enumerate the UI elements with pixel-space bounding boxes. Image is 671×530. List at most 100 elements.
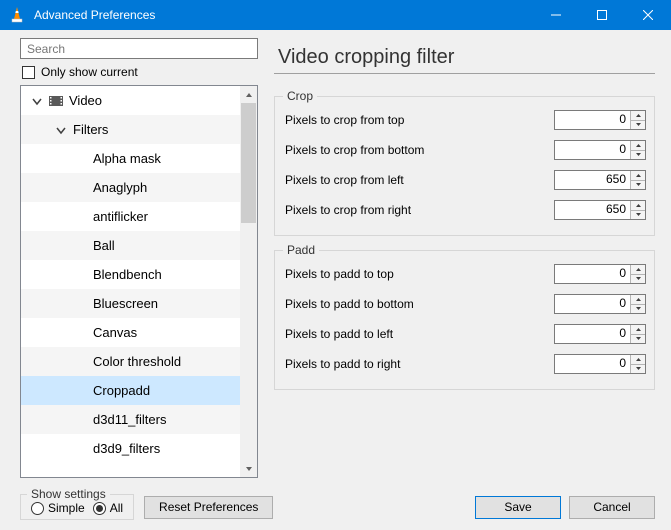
- step-up-button[interactable]: [631, 325, 645, 334]
- scroll-down-button[interactable]: [240, 460, 257, 477]
- tree-item[interactable]: d3d11_filters: [21, 405, 240, 434]
- tree-item-video[interactable]: Video: [21, 86, 240, 115]
- field-row: Pixels to padd to bottom 0: [285, 291, 646, 317]
- field-row: Pixels to crop from left 650: [285, 167, 646, 193]
- footer: Show settings Simple All Reset Preferenc…: [0, 484, 671, 530]
- save-button[interactable]: Save: [475, 496, 561, 519]
- tree-scrollbar[interactable]: [240, 86, 257, 477]
- number-input[interactable]: 0: [554, 264, 646, 284]
- number-input[interactable]: 0: [554, 294, 646, 314]
- tree-item-filters[interactable]: Filters: [21, 115, 240, 144]
- step-up-button[interactable]: [631, 295, 645, 304]
- tree-label: d3d11_filters: [93, 412, 166, 427]
- scroll-up-button[interactable]: [240, 86, 257, 103]
- step-up-button[interactable]: [631, 201, 645, 210]
- tree-label: Blendbench: [93, 267, 162, 282]
- step-up-button[interactable]: [631, 265, 645, 274]
- step-down-button[interactable]: [631, 210, 645, 220]
- video-icon: [49, 95, 63, 107]
- tree-item[interactable]: antiflicker: [21, 202, 240, 231]
- minimize-button[interactable]: [533, 0, 579, 30]
- number-input[interactable]: 0: [554, 324, 646, 344]
- tree-label: antiflicker: [93, 209, 148, 224]
- settings-panel: Video cropping filter Crop Pixels to cro…: [264, 30, 671, 484]
- step-down-button[interactable]: [631, 274, 645, 284]
- checkbox-icon: [22, 66, 35, 79]
- tree-item[interactable]: Croppadd: [21, 376, 240, 405]
- tree-item[interactable]: Canvas: [21, 318, 240, 347]
- field-label: Pixels to crop from top: [285, 113, 554, 127]
- field-row: Pixels to padd to right 0: [285, 351, 646, 377]
- sidebar: Only show current Video Filters Alpha mask…: [0, 30, 264, 484]
- number-input[interactable]: 650: [554, 200, 646, 220]
- reset-button[interactable]: Reset Preferences: [144, 496, 273, 519]
- tree-label: Bluescreen: [93, 296, 158, 311]
- number-value: 0: [555, 265, 630, 283]
- tree-item[interactable]: Alpha mask: [21, 144, 240, 173]
- title-separator: [274, 73, 655, 74]
- step-down-button[interactable]: [631, 120, 645, 130]
- number-value: 650: [555, 171, 630, 189]
- maximize-button[interactable]: [579, 0, 625, 30]
- tree-label: Video: [69, 93, 102, 108]
- field-label: Pixels to padd to right: [285, 357, 554, 371]
- step-up-button[interactable]: [631, 171, 645, 180]
- step-up-button[interactable]: [631, 111, 645, 120]
- tree-item[interactable]: Ball: [21, 231, 240, 260]
- number-input[interactable]: 0: [554, 140, 646, 160]
- tree-item[interactable]: Color threshold: [21, 347, 240, 376]
- tree-label: d3d9_filters: [93, 441, 160, 456]
- radio-label: All: [110, 501, 123, 515]
- tree-label: Canvas: [93, 325, 137, 340]
- chevron-down-icon: [55, 124, 67, 136]
- radio-all[interactable]: All: [93, 501, 123, 515]
- checkbox-label: Only show current: [41, 65, 138, 79]
- number-value: 0: [555, 295, 630, 313]
- titlebar: Advanced Preferences: [0, 0, 671, 30]
- step-up-button[interactable]: [631, 355, 645, 364]
- field-row: Pixels to crop from bottom 0: [285, 137, 646, 163]
- radio-icon: [93, 502, 106, 515]
- step-down-button[interactable]: [631, 180, 645, 190]
- field-label: Pixels to padd to top: [285, 267, 554, 281]
- step-down-button[interactable]: [631, 304, 645, 314]
- field-label: Pixels to crop from bottom: [285, 143, 554, 157]
- tree-label: Ball: [93, 238, 115, 253]
- content: Only show current Video Filters Alpha mask…: [0, 30, 671, 484]
- number-input[interactable]: 0: [554, 354, 646, 374]
- radio-label: Simple: [48, 501, 85, 515]
- tree-item[interactable]: Blendbench: [21, 260, 240, 289]
- preferences-tree: Video Filters Alpha mask Anaglyph antiflicke…: [20, 85, 258, 478]
- show-settings-label: Show settings: [27, 487, 110, 501]
- radio-simple[interactable]: Simple: [31, 501, 85, 515]
- tree-label: Anaglyph: [93, 180, 147, 195]
- number-input[interactable]: 0: [554, 110, 646, 130]
- tree-item[interactable]: Bluescreen: [21, 289, 240, 318]
- scroll-thumb[interactable]: [241, 103, 256, 223]
- close-button[interactable]: [625, 0, 671, 30]
- scroll-track[interactable]: [240, 103, 257, 460]
- show-settings-group: Show settings Simple All: [20, 494, 134, 520]
- group-label: Crop: [283, 89, 317, 103]
- tree-item[interactable]: d3d9_filters: [21, 434, 240, 463]
- cancel-button[interactable]: Cancel: [569, 496, 655, 519]
- radio-icon: [31, 502, 44, 515]
- step-up-button[interactable]: [631, 141, 645, 150]
- step-down-button[interactable]: [631, 364, 645, 374]
- chevron-down-icon: [31, 95, 43, 107]
- step-down-button[interactable]: [631, 150, 645, 160]
- number-value: 0: [555, 355, 630, 373]
- search-input[interactable]: [20, 38, 258, 59]
- step-down-button[interactable]: [631, 334, 645, 344]
- tree-label: Alpha mask: [93, 151, 161, 166]
- field-row: Pixels to crop from top 0: [285, 107, 646, 133]
- only-show-current-checkbox[interactable]: Only show current: [22, 65, 258, 79]
- number-value: 0: [555, 325, 630, 343]
- number-input[interactable]: 650: [554, 170, 646, 190]
- tree-label: Filters: [73, 122, 108, 137]
- tree-item[interactable]: Anaglyph: [21, 173, 240, 202]
- group-crop: Crop Pixels to crop from top 0 Pixels to…: [274, 96, 655, 236]
- field-row: Pixels to padd to top 0: [285, 261, 646, 287]
- field-label: Pixels to padd to bottom: [285, 297, 554, 311]
- page-title: Video cropping filter: [278, 46, 655, 69]
